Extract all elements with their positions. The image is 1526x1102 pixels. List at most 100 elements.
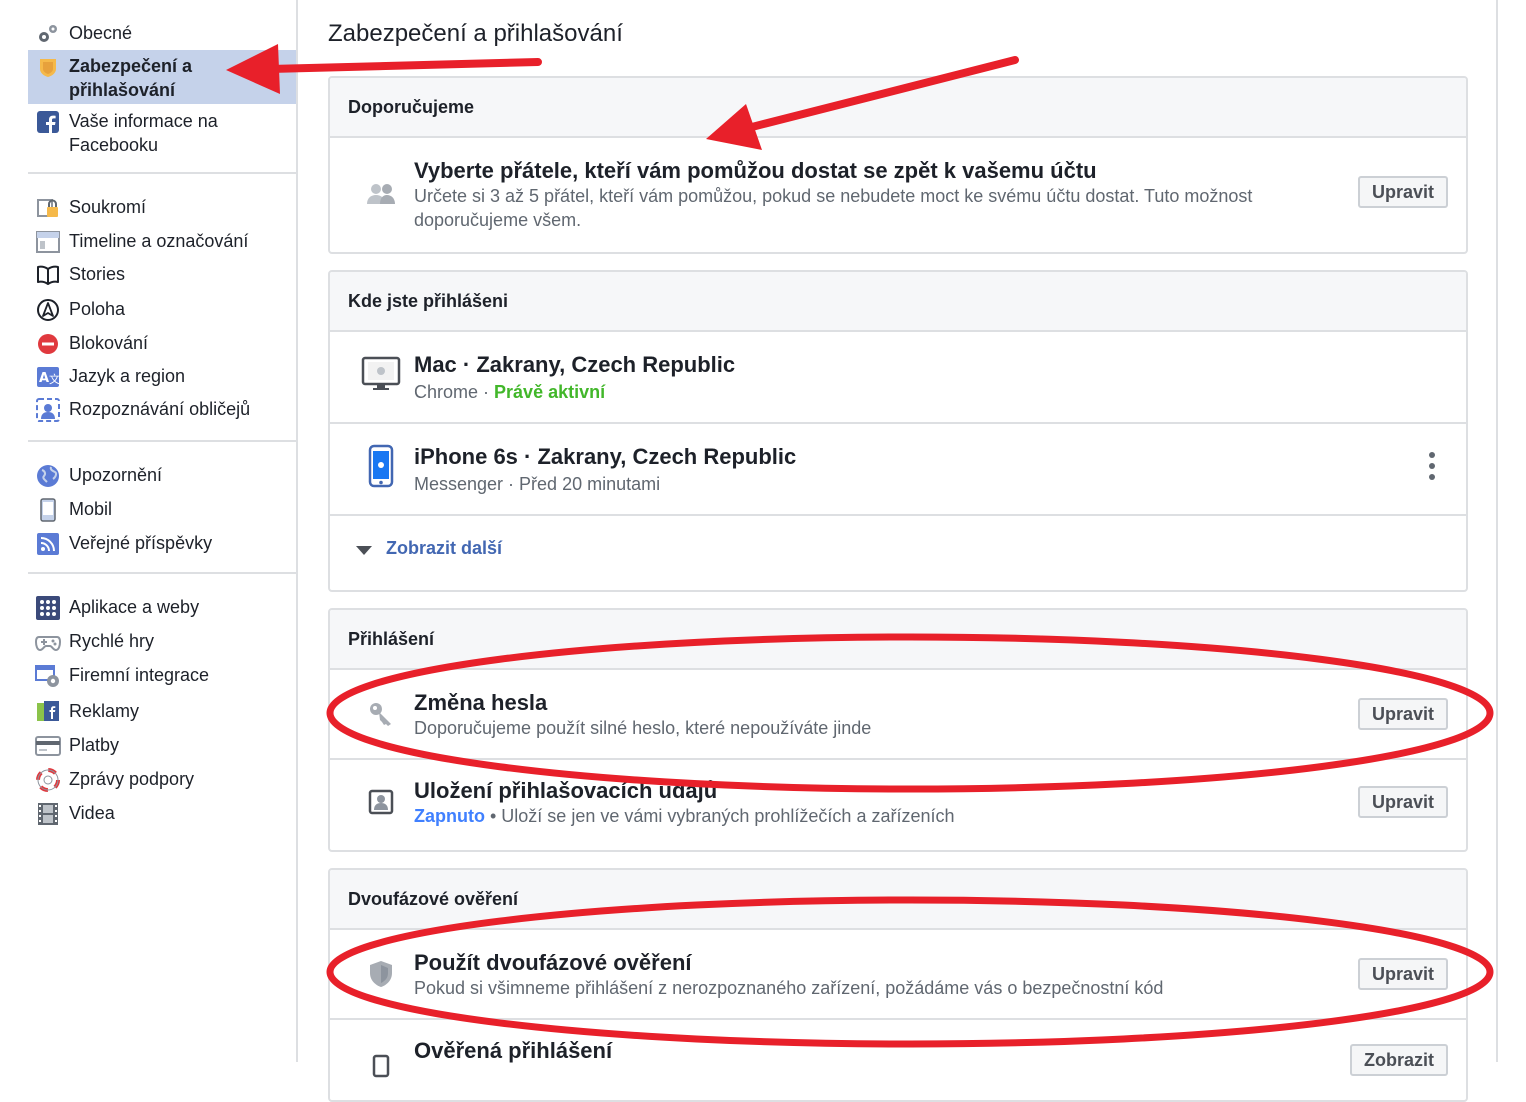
shield-icon (352, 954, 410, 994)
page-title: Zabezpečení a přihlašování (328, 20, 623, 47)
change-password-row: Změna hesla Doporučujeme použít silné he… (330, 670, 1466, 760)
authorized-logins-row: Ověřená přihlášení Zobrazit (330, 1020, 1466, 1100)
authorized-logins-title: Ověřená přihlášení (414, 1038, 613, 1063)
session-device: Mac · Zakrany, Czech Republic (414, 352, 736, 377)
session-row-iphone: iPhone 6s · Zakrany, Czech Republic Mess… (330, 424, 1466, 516)
trusted-contacts-title: Vyberte přátele, kteří vám pomůžou dosta… (414, 158, 1097, 183)
sidebar-item[interactable]: Obecné (28, 18, 296, 52)
sidebar-item[interactable]: Videa (28, 798, 296, 832)
sidebar-item[interactable]: Firemní integrace (28, 660, 296, 694)
sidebar-item[interactable]: Stories (28, 259, 296, 293)
use-two-factor-row: Použít dvoufázové ověření Pokud si všimn… (330, 930, 1466, 1020)
page-right-border (1496, 0, 1498, 1062)
sidebar-item[interactable]: Timeline a označování (28, 226, 296, 260)
save-login-row: Uložení přihlašovacích údajů Zapnuto • U… (330, 760, 1466, 848)
sidebar-item-label: Firemní integrace (69, 665, 210, 685)
session-separator: · (478, 382, 495, 402)
save-login-edit-button[interactable]: Upravit (1357, 786, 1448, 818)
facebook-icon (35, 109, 61, 135)
sidebar-item[interactable]: Upozornění (28, 460, 296, 494)
sidebar-item[interactable]: Mobil (28, 494, 296, 528)
sidebar-item-label: Timeline a označování (69, 231, 249, 251)
sidebar-item[interactable]: Blokování (28, 328, 296, 362)
where-logged-in-card: Kde jste přihlášeni Mac · Zakrany, Czech… (328, 270, 1468, 592)
save-login-status: Zapnuto (414, 806, 485, 826)
settings-sidebar: Obecné Zabezpečení a přihlašování Vaše inf… (0, 0, 296, 1062)
security-badge-icon (35, 54, 61, 80)
sidebar-divider (296, 0, 298, 1062)
friends-icon (352, 174, 410, 214)
block-icon (35, 331, 61, 357)
sidebar-item-label: Rozpoznávání obličejů (69, 399, 251, 419)
profile-card-icon (352, 782, 410, 822)
two-factor-card: Dvoufázové ověření Použít dvoufázové ově… (328, 868, 1468, 1102)
sidebar-item-label: Stories (69, 264, 126, 284)
gamepad-icon (35, 629, 61, 655)
sidebar-item-label: Reklamy (69, 701, 140, 721)
face-recognition-icon (35, 397, 61, 423)
sidebar-item[interactable]: Zprávy podpory (28, 764, 296, 798)
login-card: Přihlášení Změna hesla Doporučujeme použ… (328, 608, 1468, 852)
chevron-down-icon (356, 546, 372, 555)
save-login-title: Uložení přihlašovacích údajů (414, 778, 718, 803)
sidebar-item-label: Veřejné příspěvky (69, 533, 213, 553)
session-status-active: Právě aktivní (494, 382, 606, 402)
location-icon (35, 297, 61, 323)
sidebar-item[interactable]: Veřejné příspěvky (28, 528, 296, 562)
sidebar-item[interactable]: Aplikace a weby (28, 592, 296, 626)
sidebar-item[interactable]: Rozpoznávání obličejů (28, 394, 296, 428)
recommended-header: Doporučujeme (330, 78, 1466, 138)
show-more-row[interactable]: Zobrazit další (330, 516, 1466, 586)
sidebar-item-label: Zabezpečení a přihlašování (69, 56, 193, 100)
use-two-factor-title: Použít dvoufázové ověření (414, 950, 692, 975)
sidebar-item[interactable]: A 文 Jazyk a region (28, 361, 296, 395)
sidebar-item[interactable]: Soukromí (28, 192, 296, 226)
sidebar-item-label: Soukromí (69, 197, 147, 217)
login-header: Přihlášení (330, 610, 1466, 670)
save-login-description: Uloží se jen ve vámi vybraných prohlížeč… (501, 806, 955, 826)
trusted-contacts-row: Vyberte přátele, kteří vám pomůžou dosta… (330, 138, 1466, 248)
apps-icon (35, 595, 61, 621)
trusted-contacts-edit-button[interactable]: Upravit (1357, 176, 1448, 208)
sidebar-item-label: Rychlé hry (69, 631, 155, 651)
lifebuoy-icon (35, 767, 61, 793)
iphone-icon (352, 444, 410, 488)
sidebar-item-label: Poloha (69, 299, 126, 319)
sidebar-item-label: Obecné (69, 23, 133, 43)
sidebar-item-label: Mobil (69, 499, 113, 519)
where-logged-in-header: Kde jste přihlášeni (330, 272, 1466, 332)
recommended-card: Doporučujeme Vyberte přátele, kteří vám … (328, 76, 1468, 254)
sidebar-separator (28, 172, 296, 174)
ads-icon (35, 699, 61, 725)
svg-text:文: 文 (49, 372, 60, 386)
sidebar-item-label: Vaše informace na Facebooku (69, 111, 218, 155)
timeline-icon (35, 229, 61, 255)
authorized-logins-view-button[interactable]: Zobrazit (1350, 1044, 1448, 1076)
save-login-separator: • (484, 806, 502, 826)
sidebar-item[interactable]: Platby (28, 730, 296, 764)
sidebar-item[interactable]: Reklamy (28, 696, 296, 730)
sidebar-item[interactable]: Zabezpečení a přihlašování (28, 50, 296, 104)
sidebar-separator (28, 572, 296, 574)
svg-text:A: A (39, 371, 49, 386)
change-password-edit-button[interactable]: Upravit (1357, 698, 1448, 730)
sidebar-item[interactable]: Rychlé hry (28, 626, 296, 660)
device-icon (352, 1046, 410, 1086)
key-icon (352, 694, 410, 734)
use-two-factor-edit-button[interactable]: Upravit (1357, 958, 1448, 990)
sidebar-item[interactable]: Poloha (28, 294, 296, 328)
sidebar-item-label: Aplikace a weby (69, 597, 200, 617)
session-app: Messenger (414, 474, 504, 494)
business-integration-icon (35, 663, 61, 689)
sidebar-item-label: Zprávy podpory (69, 769, 195, 789)
sidebar-item-label: Blokování (69, 333, 149, 353)
language-icon: A文 (35, 364, 61, 390)
sidebar-item-label: Jazyk a region (69, 366, 186, 386)
sidebar-separator (28, 440, 296, 442)
session-device: iPhone 6s · Zakrany, Czech Republic (414, 444, 797, 469)
sidebar-item[interactable]: Vaše informace na Facebooku (28, 106, 296, 160)
session-options-icon[interactable] (1428, 452, 1436, 482)
save-login-meta: Zapnuto • Uloží se jen ve vámi vybraných… (414, 804, 955, 828)
session-row-mac: Mac · Zakrany, Czech Republic Chrome · P… (330, 332, 1466, 424)
show-more-link[interactable]: Zobrazit další (386, 538, 502, 559)
